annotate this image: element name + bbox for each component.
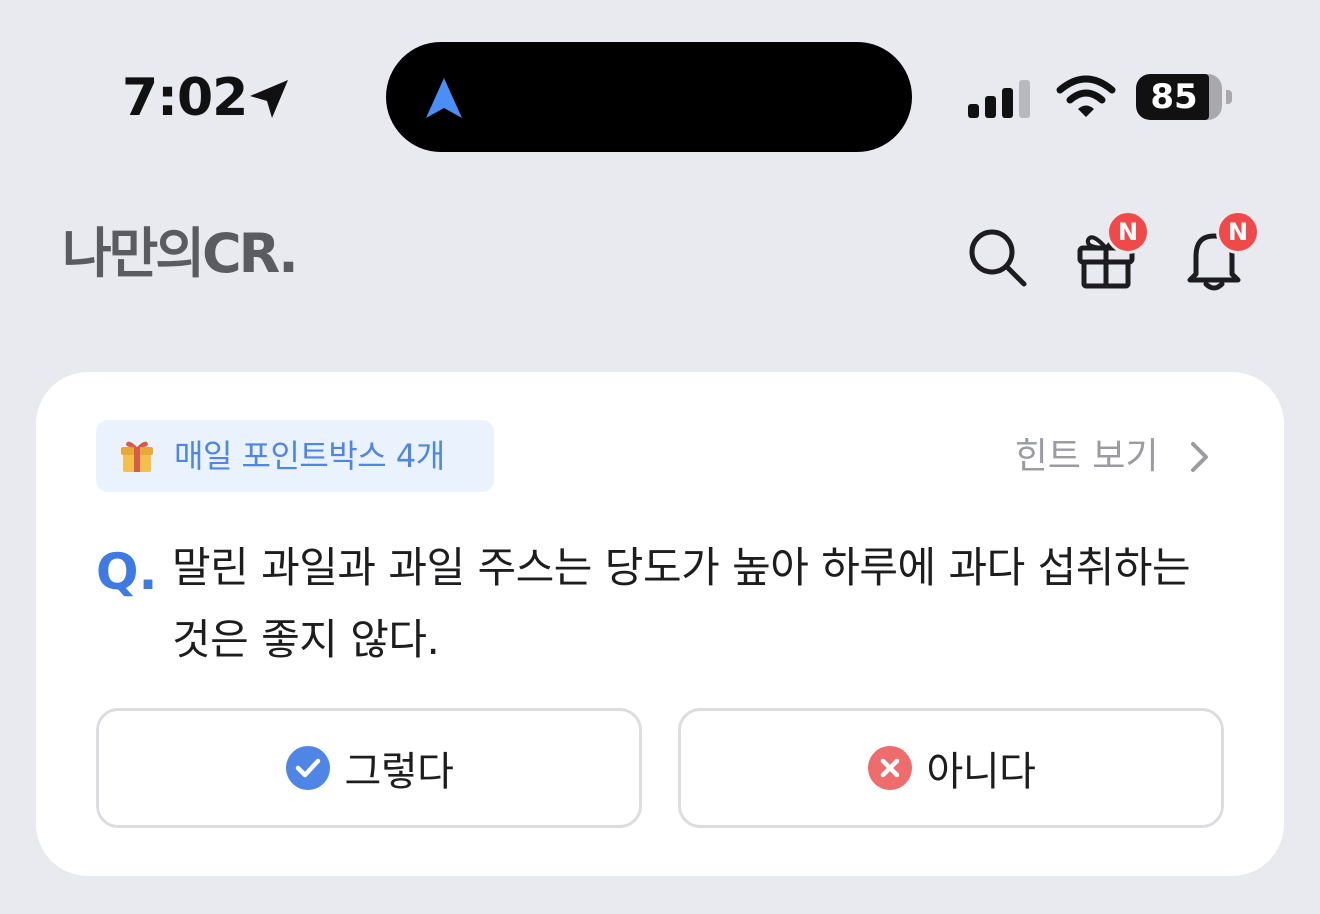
search-icon[interactable]	[962, 222, 1034, 294]
question-mark-label: Q.	[96, 543, 158, 601]
check-circle-icon	[285, 746, 330, 790]
answer-no-label: 아니다	[926, 749, 1036, 795]
wifi-icon	[1056, 75, 1116, 117]
bell-new-badge: N	[1216, 210, 1260, 254]
hint-link[interactable]: 힌트 보기	[1015, 424, 1214, 488]
dynamic-island	[386, 42, 912, 152]
battery-indicator: 85	[1136, 74, 1232, 120]
x-circle-icon	[867, 746, 912, 790]
battery-body: 85	[1136, 74, 1222, 120]
daily-points-box[interactable]: 매일 포인트박스 4개	[96, 420, 494, 492]
answer-yes-label: 그렇다	[344, 749, 454, 795]
answer-yes-button[interactable]: 그렇다	[96, 708, 642, 828]
answer-no-button[interactable]: 아니다	[678, 708, 1224, 828]
present-icon	[121, 441, 153, 472]
chevron-right-icon	[1191, 442, 1208, 472]
battery-level: 85	[1150, 77, 1198, 117]
app-screen: 7:02 85 나만의CR. N N 매일 포인트박스 4개 힌트 보기 Q. …	[0, 0, 1320, 914]
quiz-card: 매일 포인트박스 4개 힌트 보기 Q. 말린 과일과 과일 주스는 당도가 높…	[36, 372, 1284, 876]
question-text: 말린 과일과 과일 주스는 당도가 높아 하루에 과다 섭취하는 것은 좋지 않…	[172, 543, 1191, 664]
gift-new-badge: N	[1106, 210, 1150, 254]
points-label: 매일 포인트박스 4개	[174, 437, 445, 475]
cellular-signal-icon	[968, 80, 1030, 118]
location-arrow-icon	[250, 80, 288, 118]
battery-nub	[1226, 90, 1232, 104]
notification-button[interactable]: N	[1178, 210, 1260, 294]
status-time: 7:02	[122, 68, 248, 128]
hint-label: 힌트 보기	[1014, 436, 1159, 477]
gift-button[interactable]: N	[1070, 210, 1150, 294]
app-logo: 나만의CR.	[62, 222, 299, 285]
navigation-arrow-icon	[426, 78, 462, 118]
